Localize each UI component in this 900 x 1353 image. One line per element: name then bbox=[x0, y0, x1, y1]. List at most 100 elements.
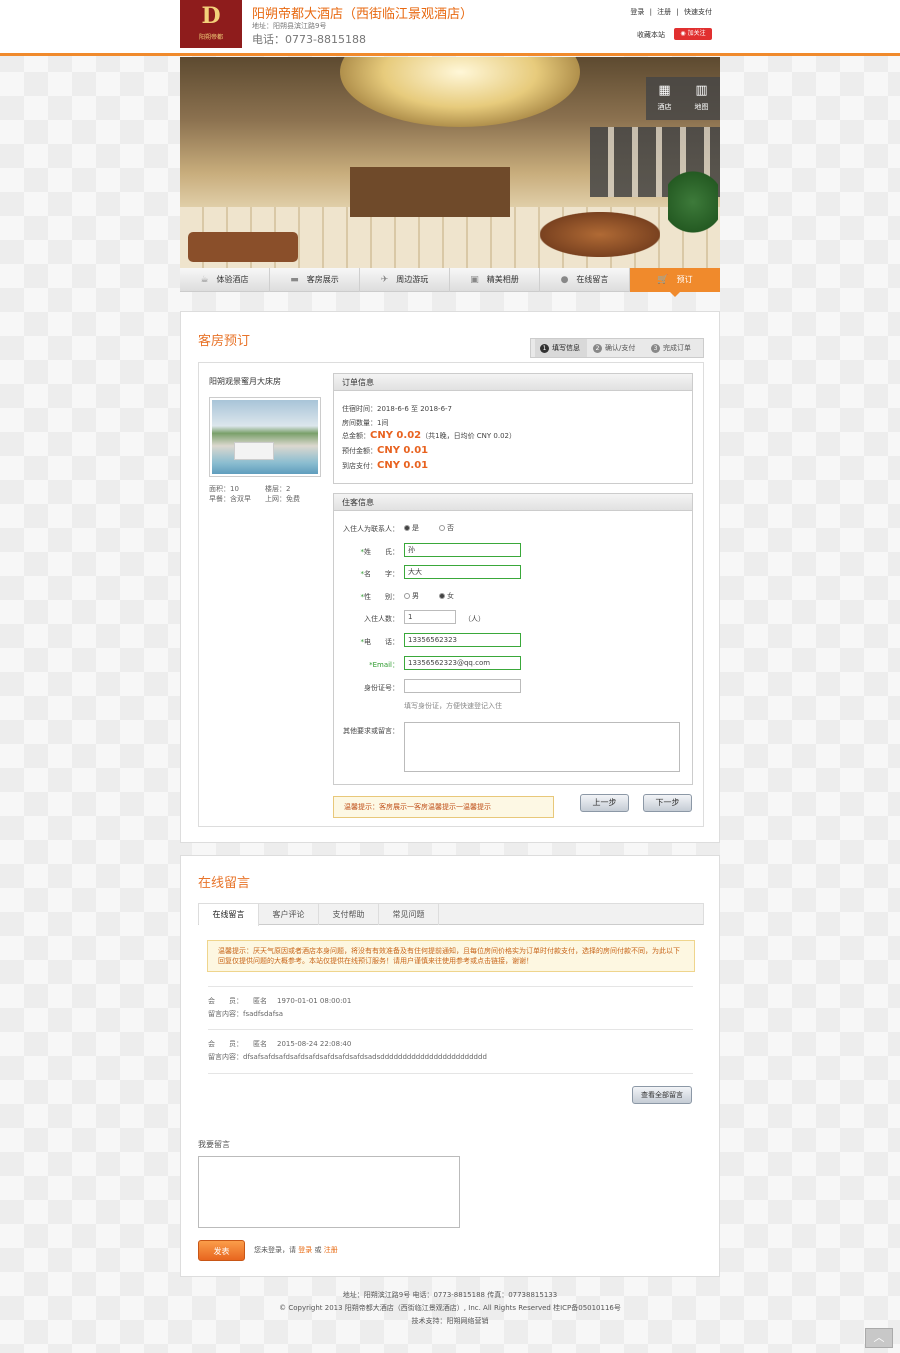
step-fill-info: 1 填写信息 bbox=[535, 339, 587, 357]
register-link[interactable]: 注册 bbox=[657, 8, 671, 16]
nav-item-rooms[interactable]: ▬ 客房展示 bbox=[270, 268, 360, 292]
phone-input[interactable]: 13356562323 bbox=[404, 633, 521, 647]
booking-panel: 客房预订 1 填写信息 2 确认/支付 3 完成订单 阳朔观景蜜月大床房 面积：10 楼… bbox=[180, 311, 720, 843]
room-photo bbox=[209, 397, 321, 477]
radio-male-label: 男 bbox=[412, 592, 419, 600]
total-label: 总金额： bbox=[342, 432, 370, 440]
nav-item-album[interactable]: ▣ 精美相册 bbox=[450, 268, 540, 292]
radio-no[interactable] bbox=[439, 525, 445, 531]
footer-copyright: © Copyright 2013 阳朔帝都大酒店（西街临江景观酒店）, Inc.… bbox=[279, 1304, 621, 1312]
tab-online-message[interactable]: 在线留言 bbox=[199, 904, 259, 926]
email-input[interactable]: 13356562323@qq.com bbox=[404, 656, 521, 670]
radio-no-label: 否 bbox=[447, 524, 454, 532]
total-note: （共1晚，日均价 CNY 0.02） bbox=[421, 432, 516, 440]
hotel-logo[interactable]: D 阳朔帝都 bbox=[180, 0, 242, 48]
login-or-text: 或 bbox=[314, 1246, 322, 1254]
nav-label: 预订 bbox=[676, 275, 693, 284]
hotel-pay-value: CNY 0.01 bbox=[377, 460, 429, 471]
banner-hotel-label: 酒店 bbox=[657, 103, 672, 111]
nav-item-experience[interactable]: ☕ 体验酒店 bbox=[180, 268, 270, 292]
login-link[interactable]: 登录 bbox=[298, 1246, 312, 1254]
message-textarea[interactable] bbox=[198, 1156, 460, 1228]
nav-label: 在线留言 bbox=[576, 275, 609, 284]
guest-count-label: 入住人数： bbox=[364, 615, 399, 623]
room-breakfast: 早餐：含双早 bbox=[209, 495, 251, 503]
is-contact-label: 入住人为联系人： bbox=[343, 525, 399, 533]
email-label: *Email： bbox=[369, 661, 399, 669]
gender-female[interactable]: 女 bbox=[439, 591, 454, 601]
cup-icon: ☕ bbox=[200, 275, 209, 285]
room-internet: 上网：免费 bbox=[265, 495, 300, 503]
step-label: 填写信息 bbox=[552, 344, 580, 352]
nav-item-messages[interactable]: ● 在线留言 bbox=[540, 268, 630, 292]
ceiling-light bbox=[340, 57, 580, 127]
given-name-input[interactable]: 大大 bbox=[404, 565, 521, 579]
surname-label: *姓 氏： bbox=[360, 548, 400, 556]
top-links: 登录 | 注册 | 快速支付 bbox=[627, 7, 712, 17]
nav-label: 精美相册 bbox=[486, 275, 519, 284]
gender-male[interactable]: 男 bbox=[404, 591, 419, 601]
favorite-link[interactable]: 收藏本站 bbox=[637, 30, 665, 40]
prepay-value: CNY 0.01 bbox=[377, 445, 429, 456]
banner-hotel-button[interactable]: ▦ 酒店 bbox=[646, 77, 683, 120]
banner-map-label: 地图 bbox=[694, 103, 709, 111]
prev-step-button[interactable]: 上一步 bbox=[580, 794, 629, 812]
cart-icon: 🛒 bbox=[657, 275, 669, 285]
submit-message-button[interactable]: 发表 bbox=[198, 1240, 245, 1261]
next-step-button[interactable]: 下一步 bbox=[643, 794, 692, 812]
step-label: 确认/支付 bbox=[605, 344, 636, 352]
weibo-icon: ◉ bbox=[680, 30, 688, 37]
room-name: 阳朔观景蜜月大床房 bbox=[209, 377, 281, 386]
link-separator: | bbox=[676, 8, 679, 16]
messages-panel: 在线留言 在线留言 客户评论 支付帮助 常见问题 温馨提示：厌天气原因或者酒店本… bbox=[180, 855, 720, 1277]
radio-yes[interactable] bbox=[404, 525, 410, 531]
is-contact-no[interactable]: 否 bbox=[439, 523, 454, 533]
step-label: 完成订单 bbox=[663, 344, 691, 352]
tab-payment-help[interactable]: 支付帮助 bbox=[319, 904, 379, 925]
tab-reviews[interactable]: 客户评论 bbox=[259, 904, 319, 925]
guest-info-heading: 住客信息 bbox=[334, 494, 692, 511]
prepay-label: 预付金额： bbox=[342, 447, 377, 455]
member-name: 匿名 bbox=[253, 1040, 267, 1048]
nav-item-nearby[interactable]: ✈ 周边游玩 bbox=[360, 268, 450, 292]
login-link[interactable]: 登录 bbox=[630, 8, 644, 16]
reception-counter bbox=[350, 167, 510, 217]
banner-map-button[interactable]: ▥ 地图 bbox=[683, 77, 720, 120]
tab-faq[interactable]: 常见问题 bbox=[379, 904, 439, 925]
prepay-amount: 预付金额：CNY 0.01 bbox=[342, 445, 428, 456]
view-all-messages-button[interactable]: 查看全部留言 bbox=[632, 1086, 692, 1104]
member-name: 匿名 bbox=[253, 997, 267, 1005]
back-to-top-button[interactable]: ︿ bbox=[865, 1328, 893, 1348]
radio-female[interactable] bbox=[439, 593, 445, 599]
nav-item-booking[interactable]: 🛒 预订 bbox=[630, 268, 720, 292]
quick-pay-link[interactable]: 快速支付 bbox=[684, 8, 712, 16]
remark-textarea[interactable] bbox=[404, 722, 680, 772]
content-label: 留言内容： bbox=[208, 1053, 243, 1061]
step-number: 1 bbox=[540, 344, 549, 353]
hotel-address: 地址：阳朔县滨江路9号 bbox=[252, 22, 327, 30]
booking-title: 客房预订 bbox=[198, 334, 251, 349]
lobby-sofa bbox=[188, 232, 298, 262]
guest-count-input[interactable]: 1 bbox=[404, 610, 456, 624]
plane-icon: ✈ bbox=[380, 275, 389, 285]
message-tabs: 在线留言 客户评论 支付帮助 常见问题 bbox=[198, 903, 704, 926]
register-link[interactable]: 注册 bbox=[324, 1246, 338, 1254]
divider bbox=[208, 1029, 693, 1030]
is-contact-yes[interactable]: 是 bbox=[404, 523, 419, 533]
radio-male[interactable] bbox=[404, 593, 410, 599]
order-info-heading: 订单信息 bbox=[334, 374, 692, 391]
map-icon: ▥ bbox=[695, 83, 708, 98]
footer-contact: 地址：阳朔滨江路9号 电话：0773-8815188 传真：0773881513… bbox=[342, 1291, 558, 1299]
id-number-input[interactable] bbox=[404, 679, 521, 693]
content-label: 留言内容： bbox=[208, 1010, 243, 1018]
divider bbox=[208, 986, 693, 987]
weibo-follow-button[interactable]: ◉ 加关注 bbox=[674, 28, 712, 40]
booking-steps: 1 填写信息 2 确认/支付 3 完成订单 bbox=[530, 338, 704, 358]
message-item: 会 员： 匿名 1970-01-01 08:00:01 留言内容：fsadfsdaf… bbox=[208, 995, 693, 1021]
hotel-icon: ▦ bbox=[658, 83, 671, 98]
step-number: 3 bbox=[651, 344, 660, 353]
room-details: 面积：10 楼层：2 早餐：含双早 上网：免费 bbox=[209, 484, 329, 504]
room-floor: 楼层：2 bbox=[265, 485, 291, 493]
nav-label: 客房展示 bbox=[306, 275, 339, 284]
surname-input[interactable]: 孙 bbox=[404, 543, 521, 557]
